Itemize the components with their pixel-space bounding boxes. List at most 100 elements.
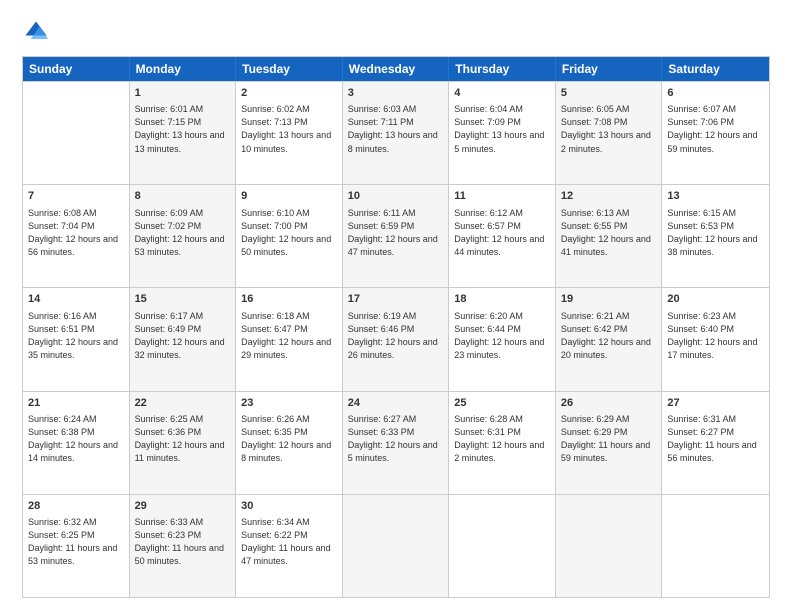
day-number: 21	[28, 396, 124, 411]
cell-info: Sunrise: 6:20 AMSunset: 6:44 PMDaylight:…	[454, 310, 550, 362]
day-number: 24	[348, 396, 444, 411]
day-number: 11	[454, 189, 550, 204]
cal-cell: 7 Sunrise: 6:08 AMSunset: 7:04 PMDaylight…	[23, 185, 130, 287]
cal-cell: 23 Sunrise: 6:26 AMSunset: 6:35 PMDayligh…	[236, 392, 343, 494]
cell-info: Sunrise: 6:15 AMSunset: 6:53 PMDaylight:…	[667, 207, 764, 259]
cal-cell: 19 Sunrise: 6:21 AMSunset: 6:42 PMDayligh…	[556, 288, 663, 390]
cal-cell: 13 Sunrise: 6:15 AMSunset: 6:53 PMDayligh…	[662, 185, 769, 287]
day-number: 6	[667, 86, 764, 101]
cal-cell: 5Sunrise: 6:05 AMSunset: 7:08 PMDaylight…	[556, 82, 663, 184]
cal-cell: 17 Sunrise: 6:19 AMSunset: 6:46 PMDayligh…	[343, 288, 450, 390]
day-number: 22	[135, 396, 231, 411]
cal-cell: 6 Sunrise: 6:07 AMSunset: 7:06 PMDaylight…	[662, 82, 769, 184]
cal-cell	[343, 495, 450, 597]
cal-cell: 4 Sunrise: 6:04 AMSunset: 7:09 PMDaylight…	[449, 82, 556, 184]
day-number: 23	[241, 396, 337, 411]
day-number: 18	[454, 292, 550, 307]
cell-info: Sunrise: 6:24 AMSunset: 6:38 PMDaylight:…	[28, 413, 124, 465]
day-number: 14	[28, 292, 124, 307]
day-number: 2	[241, 86, 337, 101]
cal-cell	[662, 495, 769, 597]
cal-cell: 12Sunrise: 6:13 AMSunset: 6:55 PMDayligh…	[556, 185, 663, 287]
day-number: 1	[135, 86, 231, 101]
cell-info: Sunrise: 6:17 AMSunset: 6:49 PMDaylight:…	[135, 310, 231, 362]
cal-cell: 14 Sunrise: 6:16 AMSunset: 6:51 PMDayligh…	[23, 288, 130, 390]
header-day-wednesday: Wednesday	[343, 57, 450, 81]
day-number: 20	[667, 292, 764, 307]
calendar-header: SundayMondayTuesdayWednesdayThursdayFrid…	[23, 57, 769, 81]
day-number: 7	[28, 189, 124, 204]
cell-info: Sunrise: 6:12 AMSunset: 6:57 PMDaylight:…	[454, 207, 550, 259]
cal-cell	[556, 495, 663, 597]
cell-info: Sunrise: 6:26 AMSunset: 6:35 PMDaylight:…	[241, 413, 337, 465]
day-number: 4	[454, 86, 550, 101]
cell-info: Sunrise: 6:09 AMSunset: 7:02 PMDaylight:…	[135, 207, 231, 259]
cell-info: Sunrise: 6:11 AMSunset: 6:59 PMDaylight:…	[348, 207, 444, 259]
day-number: 27	[667, 396, 764, 411]
cell-info: Sunrise: 6:27 AMSunset: 6:33 PMDaylight:…	[348, 413, 444, 465]
cell-info: Sunrise: 6:33 AMSunset: 6:23 PMDaylight:…	[135, 516, 231, 568]
cell-info: Sunrise: 6:32 AMSunset: 6:25 PMDaylight:…	[28, 516, 124, 568]
header-day-friday: Friday	[556, 57, 663, 81]
week-row-5: 28 Sunrise: 6:32 AMSunset: 6:25 PMDayligh…	[23, 494, 769, 597]
cell-info: Sunrise: 6:23 AMSunset: 6:40 PMDaylight:…	[667, 310, 764, 362]
calendar-body: 1 Sunrise: 6:01 AMSunset: 7:15 PMDaylight…	[23, 81, 769, 597]
cell-info: Sunrise: 6:28 AMSunset: 6:31 PMDaylight:…	[454, 413, 550, 465]
cal-cell: 29 Sunrise: 6:33 AMSunset: 6:23 PMDayligh…	[130, 495, 237, 597]
week-row-2: 7 Sunrise: 6:08 AMSunset: 7:04 PMDaylight…	[23, 184, 769, 287]
cal-cell: 3 Sunrise: 6:03 AMSunset: 7:11 PMDaylight…	[343, 82, 450, 184]
cell-info: Sunrise: 6:08 AMSunset: 7:04 PMDaylight:…	[28, 207, 124, 259]
day-number: 13	[667, 189, 764, 204]
cal-cell: 21 Sunrise: 6:24 AMSunset: 6:38 PMDayligh…	[23, 392, 130, 494]
day-number: 9	[241, 189, 337, 204]
day-number: 19	[561, 292, 657, 307]
week-row-3: 14 Sunrise: 6:16 AMSunset: 6:51 PMDayligh…	[23, 287, 769, 390]
header-day-tuesday: Tuesday	[236, 57, 343, 81]
day-number: 25	[454, 396, 550, 411]
cell-info: Sunrise: 6:03 AMSunset: 7:11 PMDaylight:…	[348, 103, 444, 155]
logo	[22, 18, 54, 46]
cal-cell	[449, 495, 556, 597]
cell-info: Sunrise: 6:19 AMSunset: 6:46 PMDaylight:…	[348, 310, 444, 362]
cell-info: Sunrise: 6:01 AMSunset: 7:15 PMDaylight:…	[135, 103, 231, 155]
header-day-saturday: Saturday	[662, 57, 769, 81]
cal-cell	[23, 82, 130, 184]
day-number: 28	[28, 499, 124, 514]
cal-cell: 15 Sunrise: 6:17 AMSunset: 6:49 PMDayligh…	[130, 288, 237, 390]
header	[22, 18, 770, 46]
day-number: 15	[135, 292, 231, 307]
cal-cell: 8 Sunrise: 6:09 AMSunset: 7:02 PMDaylight…	[130, 185, 237, 287]
day-number: 30	[241, 499, 337, 514]
cal-cell: 30 Sunrise: 6:34 AMSunset: 6:22 PMDayligh…	[236, 495, 343, 597]
cal-cell: 1 Sunrise: 6:01 AMSunset: 7:15 PMDaylight…	[130, 82, 237, 184]
cell-info: Sunrise: 6:29 AMSunset: 6:29 PMDaylight:…	[561, 413, 657, 465]
cell-info: Sunrise: 6:21 AMSunset: 6:42 PMDaylight:…	[561, 310, 657, 362]
cal-cell: 24 Sunrise: 6:27 AMSunset: 6:33 PMDayligh…	[343, 392, 450, 494]
cal-cell: 28 Sunrise: 6:32 AMSunset: 6:25 PMDayligh…	[23, 495, 130, 597]
cal-cell: 10 Sunrise: 6:11 AMSunset: 6:59 PMDayligh…	[343, 185, 450, 287]
cell-info: Sunrise: 6:02 AMSunset: 7:13 PMDaylight:…	[241, 103, 337, 155]
week-row-1: 1 Sunrise: 6:01 AMSunset: 7:15 PMDaylight…	[23, 81, 769, 184]
day-number: 16	[241, 292, 337, 307]
day-number: 29	[135, 499, 231, 514]
day-number: 10	[348, 189, 444, 204]
day-number: 8	[135, 189, 231, 204]
cal-cell: 18 Sunrise: 6:20 AMSunset: 6:44 PMDayligh…	[449, 288, 556, 390]
cell-info: Sunrise: 6:34 AMSunset: 6:22 PMDaylight:…	[241, 516, 337, 568]
cell-info: Sunrise: 6:07 AMSunset: 7:06 PMDaylight:…	[667, 103, 764, 155]
day-number: 3	[348, 86, 444, 101]
cell-info: Sunrise: 6:13 AMSunset: 6:55 PMDaylight:…	[561, 207, 657, 259]
page: SundayMondayTuesdayWednesdayThursdayFrid…	[0, 0, 792, 612]
cal-cell: 25 Sunrise: 6:28 AMSunset: 6:31 PMDayligh…	[449, 392, 556, 494]
cal-cell: 16 Sunrise: 6:18 AMSunset: 6:47 PMDayligh…	[236, 288, 343, 390]
header-day-monday: Monday	[130, 57, 237, 81]
cell-info: Sunrise: 6:04 AMSunset: 7:09 PMDaylight:…	[454, 103, 550, 155]
cal-cell: 9Sunrise: 6:10 AMSunset: 7:00 PMDaylight…	[236, 185, 343, 287]
day-number: 17	[348, 292, 444, 307]
cell-info: Sunrise: 6:31 AMSunset: 6:27 PMDaylight:…	[667, 413, 764, 465]
header-day-sunday: Sunday	[23, 57, 130, 81]
cal-cell: 22Sunrise: 6:25 AMSunset: 6:36 PMDayligh…	[130, 392, 237, 494]
cell-info: Sunrise: 6:18 AMSunset: 6:47 PMDaylight:…	[241, 310, 337, 362]
cal-cell: 27 Sunrise: 6:31 AMSunset: 6:27 PMDayligh…	[662, 392, 769, 494]
cell-info: Sunrise: 6:16 AMSunset: 6:51 PMDaylight:…	[28, 310, 124, 362]
